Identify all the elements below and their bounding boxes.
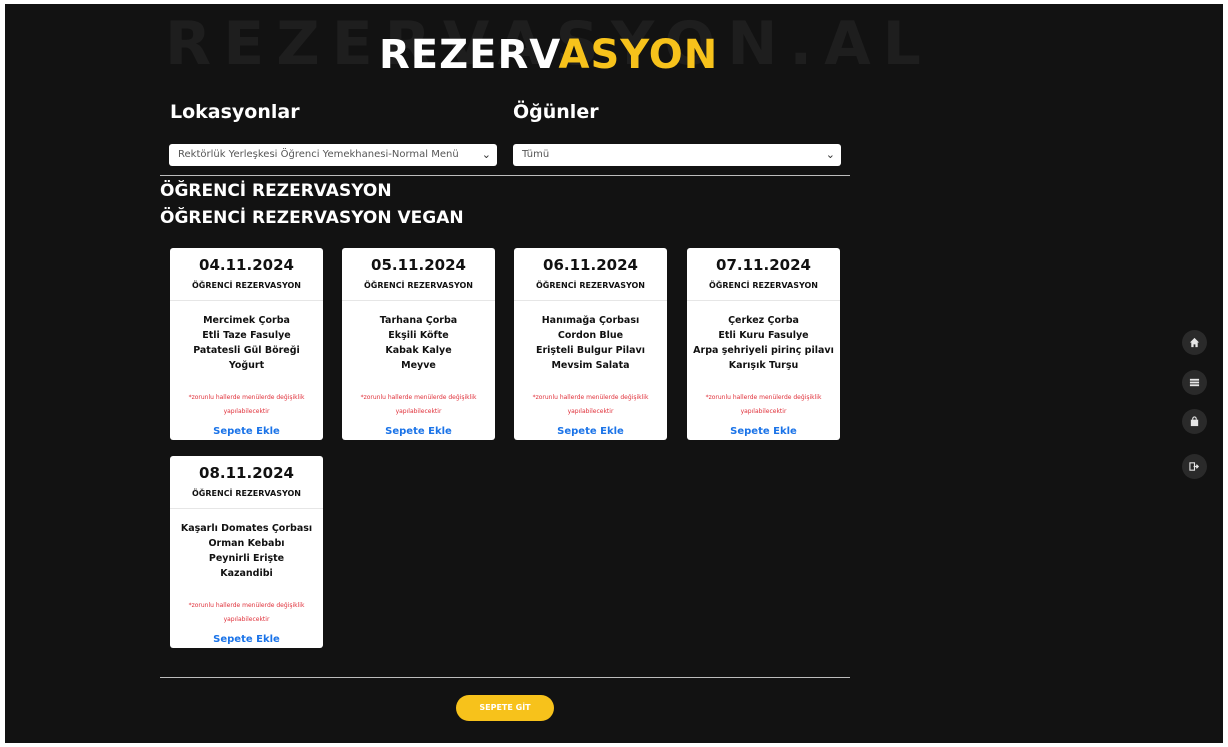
menu-item: Hanımağa Çorbası bbox=[541, 315, 640, 326]
home-icon bbox=[1189, 337, 1200, 348]
side-nav-list[interactable] bbox=[1182, 370, 1207, 395]
card-type: ÖĞRENCİ REZERVASYON bbox=[687, 281, 840, 301]
menu-item: Etli Kuru Fasulye bbox=[718, 330, 809, 341]
add-to-cart-link[interactable]: Sepete Ekle bbox=[213, 634, 280, 645]
logo[interactable]: REZERVASYON bbox=[379, 32, 718, 78]
card-date: 05.11.2024 bbox=[371, 256, 466, 274]
menu-item: Orman Kebabı bbox=[208, 538, 285, 549]
chevron-down-icon: ⌄ bbox=[481, 148, 491, 161]
card-type: ÖĞRENCİ REZERVASYON bbox=[342, 281, 495, 301]
menu-item: Erişteli Bulgur Pilavı bbox=[535, 345, 646, 356]
add-to-cart-link[interactable]: Sepete Ekle bbox=[557, 426, 624, 437]
divider-top bbox=[160, 175, 850, 176]
logout-icon bbox=[1189, 462, 1200, 471]
go-to-cart-button[interactable]: SEPETE GİT bbox=[456, 695, 554, 721]
card-date: 04.11.2024 bbox=[199, 256, 294, 274]
card-menu-list: Tarhana Çorba Ekşili Köfte Kabak Kalye M… bbox=[342, 313, 495, 373]
menu-card: 04.11.2024 ÖĞRENCİ REZERVASYON Mercimek … bbox=[170, 248, 323, 440]
card-menu-list: Mercimek Çorba Etli Taze Fasulye Patates… bbox=[170, 313, 323, 373]
add-to-cart-link[interactable]: Sepete Ekle bbox=[730, 426, 797, 437]
menu-item: Peynirli Erişte bbox=[208, 553, 285, 564]
card-type: ÖĞRENCİ REZERVASYON bbox=[514, 281, 667, 301]
card-note: *zorunlu hallerde menülerde değişiklik y… bbox=[360, 394, 477, 415]
menu-item: Patatesli Gül Böreği bbox=[193, 345, 300, 356]
side-nav-cart[interactable] bbox=[1182, 409, 1207, 434]
chevron-down-icon: ⌄ bbox=[825, 148, 835, 161]
menu-item: Etli Taze Fasulye bbox=[202, 330, 291, 341]
location-select-value: Rektörlük Yerleşkesi Öğrenci Yemekhanesi… bbox=[178, 149, 459, 160]
card-note: *zorunlu hallerde menülerde değişiklik y… bbox=[188, 394, 305, 415]
logo-part-2: ASYON bbox=[558, 32, 719, 78]
menu-item: Kaşarlı Domates Çorbası bbox=[180, 523, 313, 534]
add-to-cart-link[interactable]: Sepete Ekle bbox=[385, 426, 452, 437]
menu-item: Kabak Kalye bbox=[385, 345, 452, 356]
meal-select-value: Tümü bbox=[522, 149, 550, 160]
menu-card: 05.11.2024 ÖĞRENCİ REZERVASYON Tarhana Ç… bbox=[342, 248, 495, 440]
menu-item: Kazandibi bbox=[220, 568, 273, 579]
card-type: ÖĞRENCİ REZERVASYON bbox=[170, 489, 323, 509]
list-icon bbox=[1189, 378, 1200, 387]
card-menu-list: Çerkez Çorba Etli Kuru Fasulye Arpa şehr… bbox=[687, 313, 840, 373]
location-select[interactable]: Rektörlük Yerleşkesi Öğrenci Yemekhanesi… bbox=[169, 144, 497, 166]
menu-item: Cordon Blue bbox=[557, 330, 624, 341]
menu-card: 08.11.2024 ÖĞRENCİ REZERVASYON Kaşarlı D… bbox=[170, 456, 323, 648]
bag-icon bbox=[1190, 416, 1199, 427]
menu-item: Tarhana Çorba bbox=[379, 315, 458, 326]
card-note: *zorunlu hallerde menülerde değişiklik y… bbox=[705, 394, 822, 415]
side-nav-home[interactable] bbox=[1182, 330, 1207, 355]
add-to-cart-link[interactable]: Sepete Ekle bbox=[213, 426, 280, 437]
menu-item: Mevsim Salata bbox=[551, 360, 630, 371]
card-note: *zorunlu hallerde menülerde değişiklik y… bbox=[532, 394, 649, 415]
menu-item: Yoğurt bbox=[228, 360, 265, 371]
card-date: 06.11.2024 bbox=[543, 256, 638, 274]
menu-item: Meyve bbox=[401, 360, 436, 371]
category-title[interactable]: ÖĞRENCİ REZERVASYON bbox=[160, 181, 392, 201]
side-nav-logout[interactable] bbox=[1182, 454, 1207, 479]
menu-item: Mercimek Çorba bbox=[203, 315, 290, 326]
menu-card: 07.11.2024 ÖĞRENCİ REZERVASYON Çerkez Ço… bbox=[687, 248, 840, 440]
logo-part-1: REZERV bbox=[379, 32, 559, 78]
locations-label: Lokasyonlar bbox=[170, 101, 300, 123]
card-date: 08.11.2024 bbox=[199, 464, 294, 482]
menu-card: 06.11.2024 ÖĞRENCİ REZERVASYON Hanımağa … bbox=[514, 248, 667, 440]
menu-item: Karışık Turşu bbox=[728, 360, 799, 371]
menu-item: Ekşili Köfte bbox=[388, 330, 449, 341]
card-menu-list: Kaşarlı Domates Çorbası Orman Kebabı Pey… bbox=[170, 521, 323, 581]
menu-item: Çerkez Çorba bbox=[728, 315, 799, 326]
card-date: 07.11.2024 bbox=[716, 256, 811, 274]
card-menu-list: Hanımağa Çorbası Cordon Blue Erişteli Bu… bbox=[514, 313, 667, 373]
card-type: ÖĞRENCİ REZERVASYON bbox=[170, 281, 323, 301]
divider-bottom bbox=[160, 677, 850, 678]
meal-select[interactable]: Tümü ⌄ bbox=[513, 144, 841, 166]
menu-item: Arpa şehriyeli pirinç pilavı bbox=[693, 345, 834, 356]
page: REZERVASYON.AL REZERVASYON Lokasyonlar Ö… bbox=[5, 4, 1223, 743]
card-note: *zorunlu hallerde menülerde değişiklik y… bbox=[188, 602, 305, 623]
category-title-vegan[interactable]: ÖĞRENCİ REZERVASYON VEGAN bbox=[160, 208, 464, 228]
meals-label: Öğünler bbox=[513, 101, 599, 123]
